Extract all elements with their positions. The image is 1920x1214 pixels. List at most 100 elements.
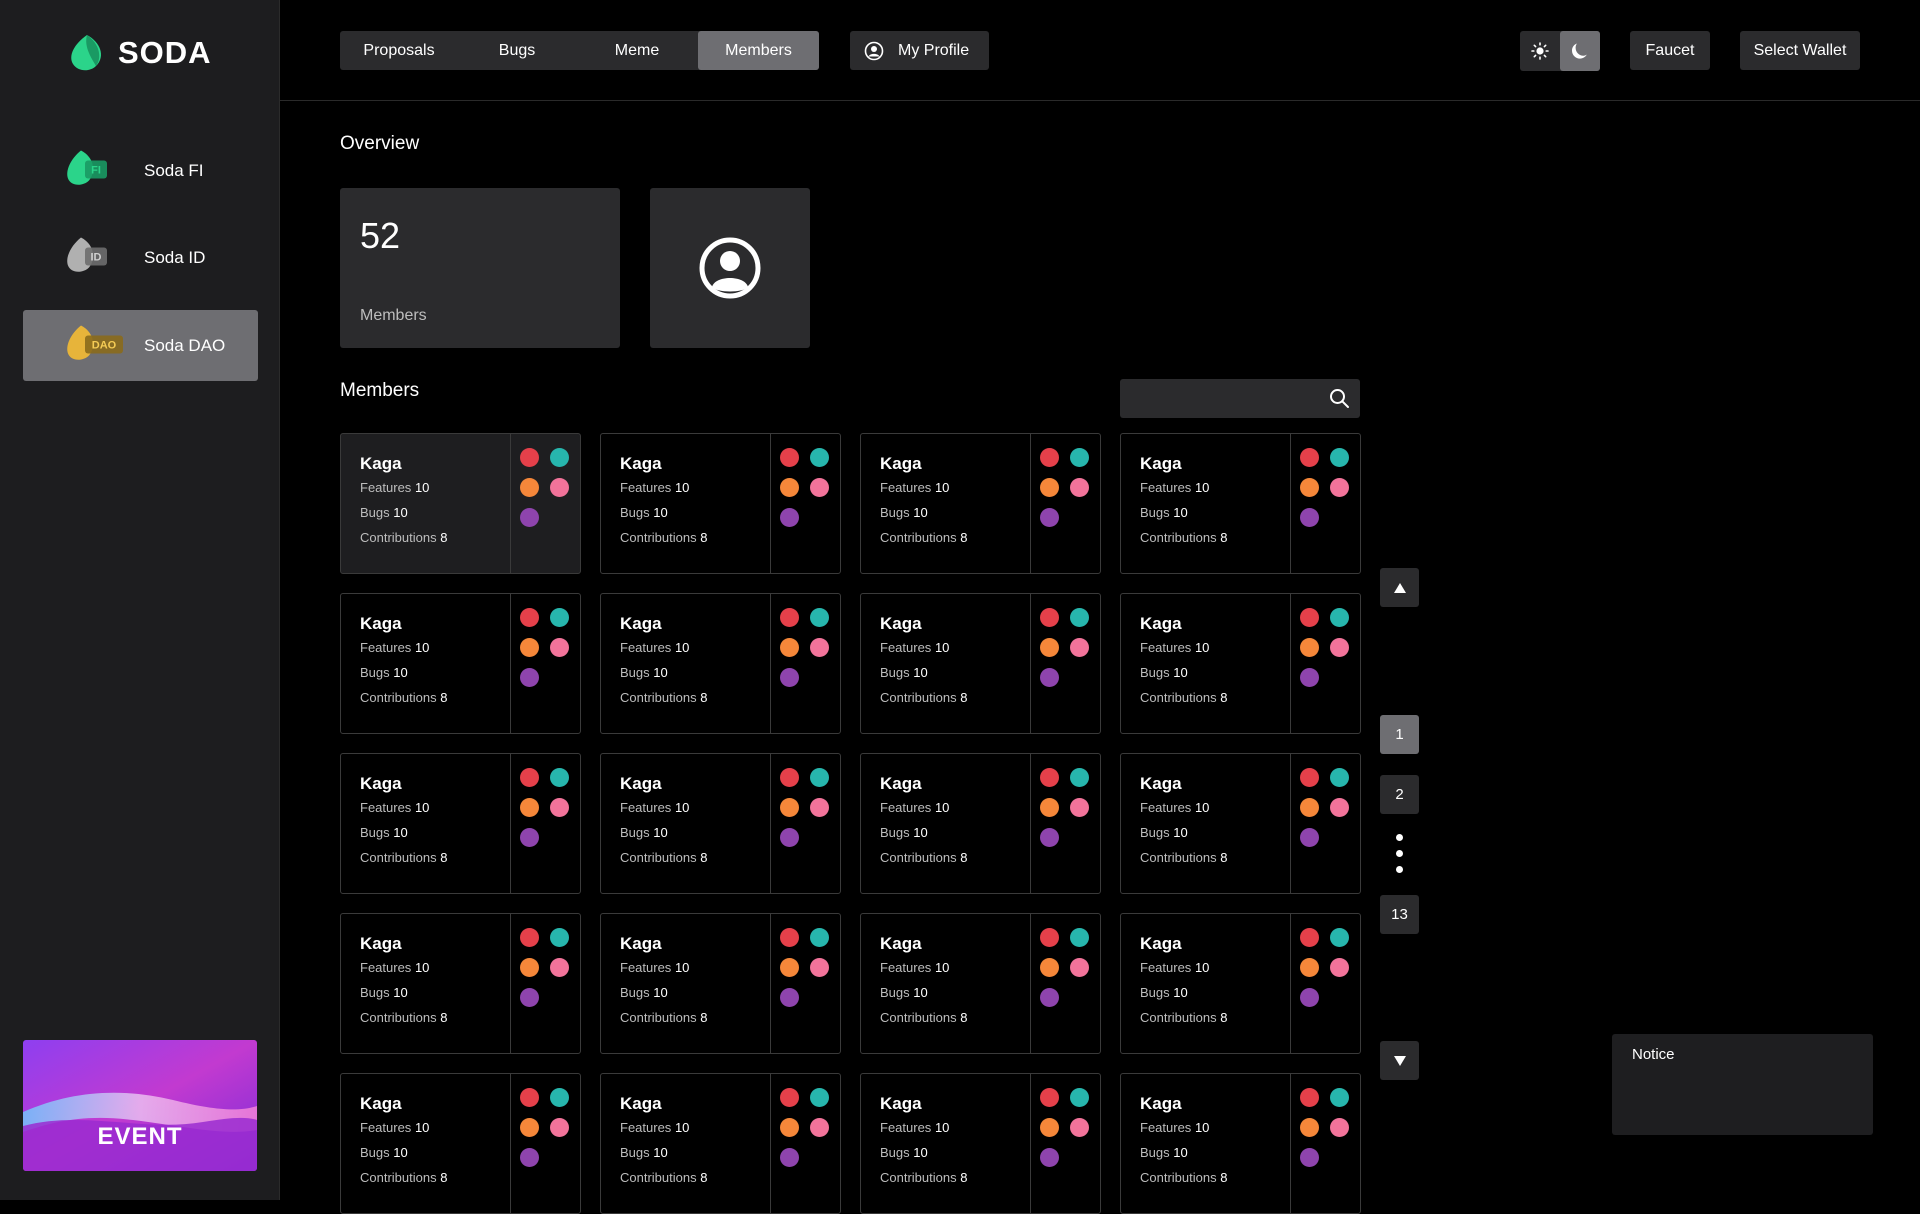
light-theme-button[interactable] (1520, 31, 1560, 71)
member-card[interactable]: Kaga Features 10 Bugs 10 Contributions 8 (860, 433, 1101, 574)
badge-dot-icon (810, 768, 829, 787)
tab-bugs[interactable]: Bugs (458, 31, 576, 70)
theme-toggle (1520, 31, 1600, 71)
member-card[interactable]: Kaga Features 10 Bugs 10 Contributions 8 (1120, 1073, 1361, 1214)
faucet-button[interactable]: Faucet (1630, 31, 1710, 70)
badge-dot-icon (780, 478, 799, 497)
event-banner[interactable]: EVENT (23, 1040, 257, 1171)
member-features-value: 10 (414, 1120, 430, 1135)
badge-dot-icon (1040, 1088, 1059, 1107)
member-card[interactable]: Kaga Features 10 Bugs 10 Contributions 8 (340, 913, 581, 1054)
member-bugs: Bugs 10 (360, 665, 408, 680)
member-contributions: Contributions 8 (880, 850, 967, 865)
page-13-button[interactable]: 13 (1380, 895, 1419, 934)
badge-dot-icon (520, 508, 539, 527)
member-contributions-label: Contributions (620, 850, 697, 865)
page-2-button[interactable]: 2 (1380, 775, 1419, 814)
member-features: Features 10 (620, 800, 689, 815)
sidebar-item-soda-dao[interactable]: DAO Soda DAO (23, 310, 258, 381)
member-features: Features 10 (620, 960, 689, 975)
member-contributions-label: Contributions (1140, 1170, 1217, 1185)
search-icon[interactable] (1329, 388, 1350, 414)
badge-dot-icon (520, 638, 539, 657)
page-1-button[interactable]: 1 (1380, 715, 1419, 754)
member-name: Kaga (620, 774, 662, 793)
select-wallet-button[interactable]: Select Wallet (1740, 31, 1860, 70)
member-features-value: 10 (1194, 800, 1210, 815)
card-divider (510, 594, 511, 733)
member-contributions-value: 8 (1220, 690, 1228, 705)
brand-logo[interactable]: SODA (66, 32, 212, 74)
member-card[interactable]: Kaga Features 10 Bugs 10 Contributions 8 (1120, 913, 1361, 1054)
tab-meme[interactable]: Meme (576, 31, 698, 70)
member-card[interactable]: Kaga Features 10 Bugs 10 Contributions 8 (600, 913, 841, 1054)
member-features-label: Features (620, 960, 672, 975)
card-divider (510, 1074, 511, 1213)
card-divider (770, 754, 771, 893)
my-profile-label: My Profile (898, 41, 970, 59)
member-features-label: Features (360, 960, 412, 975)
top-header: Proposals Bugs Meme Members My Profile F… (280, 0, 1920, 101)
member-contributions: Contributions 8 (880, 1170, 967, 1185)
member-features: Features 10 (360, 1120, 429, 1135)
member-features-label: Features (880, 640, 932, 655)
member-card[interactable]: Kaga Features 10 Bugs 10 Contributions 8 (1120, 593, 1361, 734)
badge-dot-icon (1070, 478, 1089, 497)
sidebar-item-soda-fi[interactable]: FI Soda FI (23, 135, 258, 206)
search-input[interactable] (1120, 379, 1334, 418)
member-card[interactable]: Kaga Features 10 Bugs 10 Contributions 8 (1120, 753, 1361, 894)
member-card[interactable]: Kaga Features 10 Bugs 10 Contributions 8 (860, 913, 1101, 1054)
badge-dot-icon (780, 448, 799, 467)
member-card[interactable]: Kaga Features 10 Bugs 10 Contributions 8 (860, 753, 1101, 894)
member-card[interactable]: Kaga Features 10 Bugs 10 Contributions 8 (860, 1073, 1101, 1214)
member-contributions-label: Contributions (620, 1170, 697, 1185)
member-card[interactable]: Kaga Features 10 Bugs 10 Contributions 8 (340, 1073, 581, 1214)
member-features-value: 10 (674, 640, 690, 655)
avatar-card (650, 188, 810, 348)
tab-members[interactable]: Members (698, 31, 819, 70)
member-contributions: Contributions 8 (1140, 1010, 1227, 1025)
member-features-value: 10 (414, 640, 430, 655)
member-features: Features 10 (360, 800, 429, 815)
member-name: Kaga (620, 1094, 662, 1113)
member-card[interactable]: Kaga Features 10 Bugs 10 Contributions 8 (600, 1073, 841, 1214)
badge-dot-icon (1300, 478, 1319, 497)
page-down-button[interactable] (1380, 1041, 1419, 1080)
member-bugs: Bugs 10 (360, 825, 408, 840)
badge-dot-icon (780, 1148, 799, 1167)
member-contributions: Contributions 8 (360, 1170, 447, 1185)
member-bugs-label: Bugs (360, 665, 390, 680)
member-bugs: Bugs 10 (880, 665, 928, 680)
member-bugs-label: Bugs (620, 505, 650, 520)
card-divider (510, 914, 511, 1053)
member-bugs: Bugs 10 (360, 1145, 408, 1160)
member-card[interactable]: Kaga Features 10 Bugs 10 Contributions 8 (600, 433, 841, 574)
member-bugs-label: Bugs (880, 825, 910, 840)
member-bugs: Bugs 10 (360, 985, 408, 1000)
badge-dot-icon (1300, 608, 1319, 627)
member-bugs: Bugs 10 (620, 665, 668, 680)
member-features-label: Features (1140, 640, 1192, 655)
member-card[interactable]: Kaga Features 10 Bugs 10 Contributions 8 (860, 593, 1101, 734)
member-card[interactable]: Kaga Features 10 Bugs 10 Contributions 8 (600, 753, 841, 894)
member-card[interactable]: Kaga Features 10 Bugs 10 Contributions 8 (600, 593, 841, 734)
badge-dot-icon (1070, 448, 1089, 467)
tab-proposals[interactable]: Proposals (340, 31, 458, 70)
member-card[interactable]: Kaga Features 10 Bugs 10 Contributions 8 (340, 753, 581, 894)
page-up-button[interactable] (1380, 568, 1419, 607)
member-name: Kaga (880, 614, 922, 633)
member-bugs-label: Bugs (880, 505, 910, 520)
badge-dot-icon (810, 478, 829, 497)
sidebar-item-soda-id[interactable]: ID Soda ID (23, 222, 258, 293)
member-contributions: Contributions 8 (620, 1170, 707, 1185)
my-profile-button[interactable]: My Profile (850, 31, 989, 70)
member-bugs: Bugs 10 (620, 825, 668, 840)
member-bugs-label: Bugs (880, 1145, 910, 1160)
dark-theme-button[interactable] (1560, 31, 1600, 71)
member-contributions-value: 8 (960, 530, 968, 545)
member-card[interactable]: Kaga Features 10 Bugs 10 Contributions 8 (1120, 433, 1361, 574)
member-card[interactable]: Kaga Features 10 Bugs 10 Contributions 8 (340, 593, 581, 734)
member-card[interactable]: Kaga Features 10 Bugs 10 Contributions 8 (340, 433, 581, 574)
member-contributions-label: Contributions (1140, 690, 1217, 705)
member-features-label: Features (620, 640, 672, 655)
